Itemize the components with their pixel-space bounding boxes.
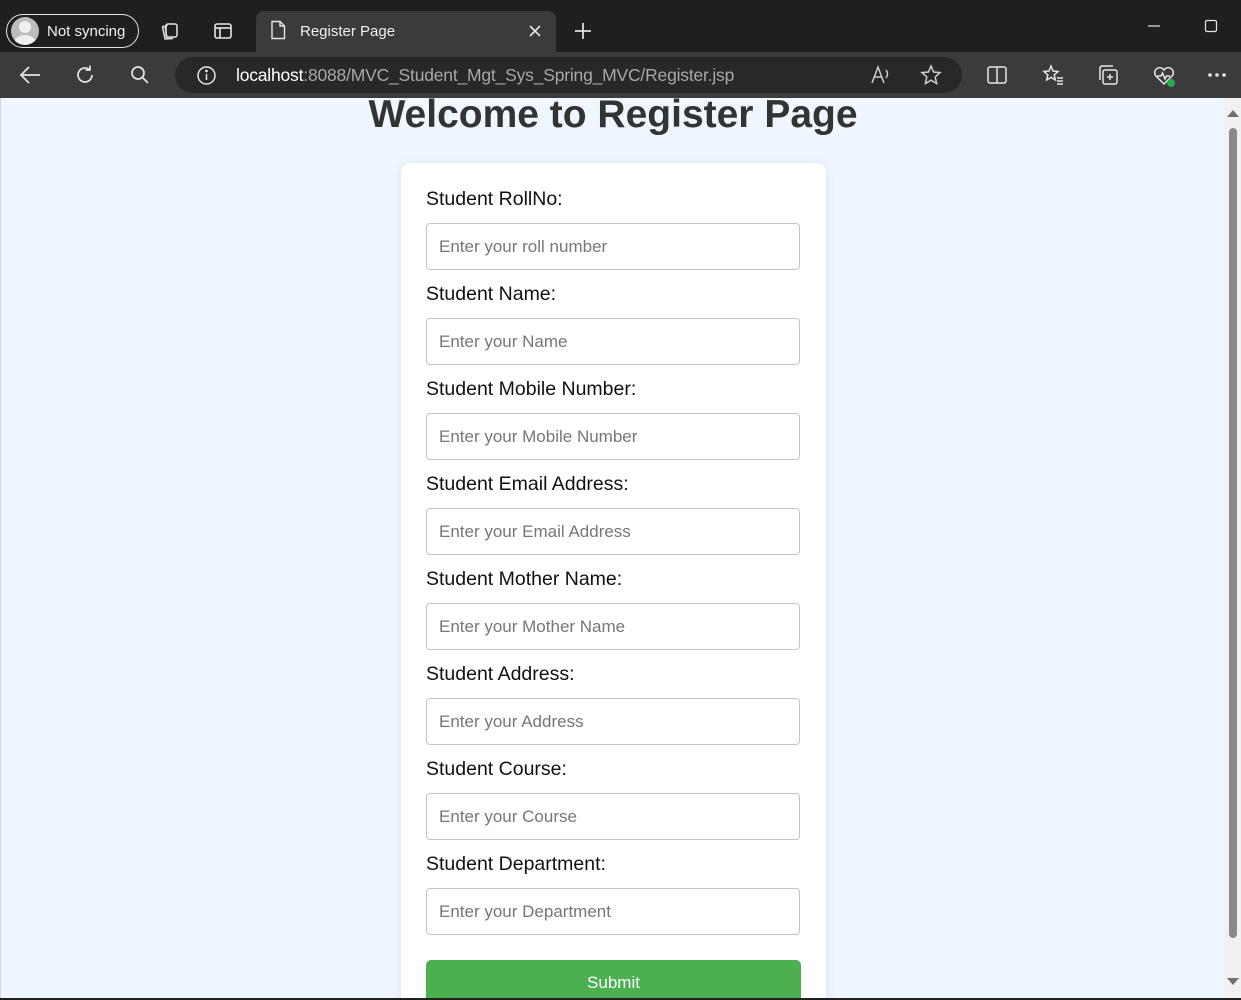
browser-essentials-icon[interactable]	[1150, 63, 1178, 89]
rollno-input[interactable]	[426, 223, 800, 270]
close-tab-icon[interactable]	[524, 20, 546, 42]
favorite-star-icon[interactable]	[920, 64, 942, 91]
email-input[interactable]	[426, 508, 800, 555]
scroll-thumb[interactable]	[1229, 128, 1237, 938]
site-info-icon[interactable]	[196, 65, 217, 91]
tab-register-page[interactable]: Register Page	[256, 11, 556, 52]
page-icon	[270, 20, 286, 44]
address-input[interactable]	[426, 698, 800, 745]
browser-toolbar: localhost:8088/MVC_Student_Mgt_Sys_Sprin…	[0, 52, 1241, 98]
read-aloud-icon[interactable]	[870, 64, 892, 90]
course-input[interactable]	[426, 793, 800, 840]
maximize-icon[interactable]	[1197, 14, 1225, 38]
register-form: Student RollNo: Student Name: Student Mo…	[401, 163, 826, 998]
address-label: Student Address:	[426, 663, 575, 685]
tab-title: Register Page	[300, 23, 396, 40]
page-viewport: Welcome to Register Page Student RollNo:…	[0, 98, 1241, 998]
mother-name-label: Student Mother Name:	[426, 568, 623, 590]
name-label: Student Name:	[426, 283, 557, 305]
email-label: Student Email Address:	[426, 473, 629, 495]
url-host: localhost	[236, 64, 304, 85]
vertical-tabs-icon[interactable]	[209, 18, 237, 44]
page-scrollbar[interactable]	[1224, 98, 1241, 998]
search-icon[interactable]	[127, 63, 153, 87]
course-label: Student Course:	[426, 758, 567, 780]
new-tab-icon[interactable]	[571, 18, 595, 44]
minimize-icon[interactable]	[1140, 14, 1168, 38]
profile-label: Not syncing	[47, 22, 126, 40]
favorites-icon[interactable]	[1040, 63, 1066, 87]
page-title: Welcome to Register Page	[368, 98, 858, 136]
submit-button[interactable]: Submit	[426, 960, 801, 998]
scroll-down-icon[interactable]	[1227, 978, 1239, 985]
scroll-up-icon[interactable]	[1227, 110, 1239, 117]
rollno-label: Student RollNo:	[426, 188, 563, 210]
split-screen-icon[interactable]	[984, 63, 1010, 87]
refresh-icon[interactable]	[71, 63, 99, 87]
workspaces-icon[interactable]	[156, 18, 184, 44]
address-bar[interactable]: localhost:8088/MVC_Student_Mgt_Sys_Sprin…	[175, 57, 962, 93]
url-path: :8088/MVC_Student_Mgt_Sys_Spring_MVC/Reg…	[303, 64, 735, 85]
profile-button[interactable]: Not syncing	[6, 14, 140, 48]
browser-title-bar: Not syncing Register Page	[0, 0, 1241, 52]
mobile-label: Student Mobile Number:	[426, 378, 637, 400]
more-options-icon[interactable]	[1204, 63, 1230, 87]
mother-name-input[interactable]	[426, 603, 800, 650]
mobile-input[interactable]	[426, 413, 800, 460]
collections-icon[interactable]	[1095, 63, 1121, 87]
back-icon[interactable]	[16, 63, 44, 87]
department-label: Student Department:	[426, 853, 606, 875]
department-input[interactable]	[426, 888, 800, 935]
name-input[interactable]	[426, 318, 800, 365]
avatar	[11, 17, 39, 45]
